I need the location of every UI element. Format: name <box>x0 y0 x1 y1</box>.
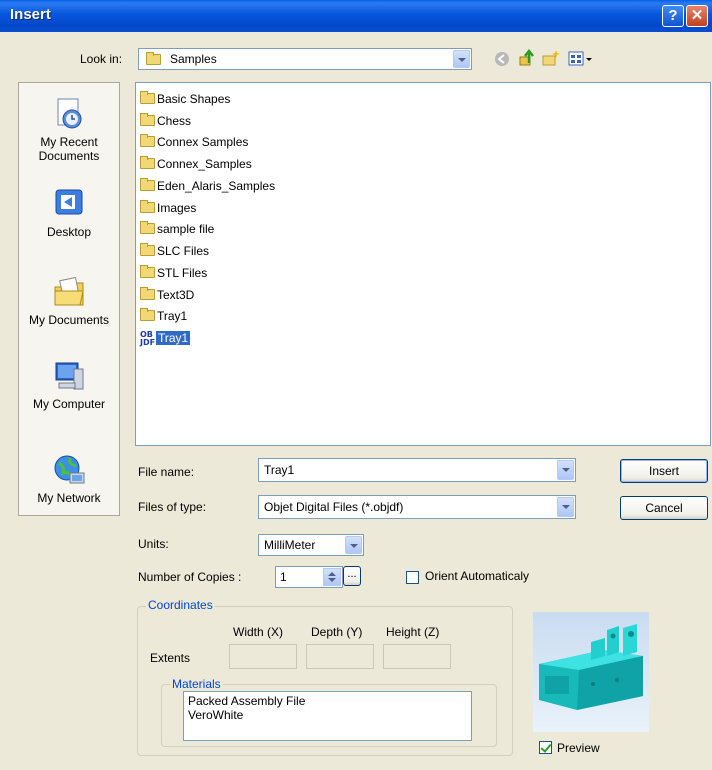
copies-stepper[interactable]: 1 <box>275 566 343 588</box>
chevron-down-icon[interactable] <box>557 497 574 517</box>
recent-documents-icon <box>52 97 86 131</box>
list-item[interactable]: Connex_Samples <box>140 154 252 174</box>
place-my-documents[interactable]: My Documents <box>19 275 119 327</box>
folder-icon <box>140 200 155 213</box>
folder-icon <box>140 91 155 104</box>
my-network-icon <box>52 453 86 487</box>
window-title: Insert <box>10 6 51 23</box>
list-item[interactable]: Tray1 <box>140 306 187 326</box>
filename-input[interactable]: Tray1 <box>264 463 294 477</box>
lookin-combo[interactable]: Samples <box>138 48 472 70</box>
folder-icon <box>146 52 161 65</box>
height-field <box>383 644 451 669</box>
cancel-button[interactable]: Cancel <box>620 496 708 520</box>
back-icon[interactable] <box>494 51 510 67</box>
desktop-icon <box>52 187 86 221</box>
units-label: Units: <box>138 537 169 551</box>
list-item[interactable]: Connex Samples <box>140 132 248 152</box>
folder-icon <box>140 178 155 191</box>
list-item: VeroWhite <box>188 708 244 722</box>
my-computer-icon <box>52 359 86 393</box>
place-my-computer[interactable]: My Computer <box>19 359 119 411</box>
folder-icon <box>140 156 155 169</box>
my-documents-icon <box>52 275 86 309</box>
view-menu-icon[interactable] <box>568 50 594 68</box>
place-label: Desktop <box>46 225 92 239</box>
filetype-value: Objet Digital Files (*.objdf) <box>264 500 404 514</box>
extents-label: Extents <box>150 651 191 665</box>
folder-icon <box>140 308 155 321</box>
depth-header: Depth (Y) <box>311 625 363 639</box>
materials-list[interactable]: Packed Assembly File VeroWhite <box>183 691 472 741</box>
list-item[interactable]: Text3D <box>140 285 194 305</box>
insert-button[interactable]: Insert <box>620 459 708 483</box>
list-item[interactable]: Basic Shapes <box>140 89 230 109</box>
place-recent-documents[interactable]: My Recent Documents <box>19 97 119 163</box>
up-folder-icon[interactable] <box>518 48 536 67</box>
place-label: My Documents <box>28 313 110 327</box>
list-item: Packed Assembly File <box>188 694 306 708</box>
places-bar: My Recent Documents Desktop My Documents… <box>18 82 120 516</box>
list-item[interactable]: SLC Files <box>140 241 209 261</box>
list-item[interactable]: Eden_Alaris_Samples <box>140 176 275 196</box>
folder-icon <box>140 134 155 147</box>
chevron-down-icon[interactable] <box>345 536 362 554</box>
tray-model-icon <box>539 624 643 710</box>
copies-value[interactable]: 1 <box>280 570 287 584</box>
spin-buttons-icon[interactable] <box>323 568 341 586</box>
height-header: Height (Z) <box>386 625 440 639</box>
width-field <box>229 644 297 669</box>
folder-icon <box>140 113 155 126</box>
filename-combo[interactable]: Tray1 <box>258 458 576 482</box>
place-label: My Computer <box>32 397 106 411</box>
place-label: My Network <box>37 491 101 505</box>
new-folder-icon[interactable] <box>542 49 560 67</box>
filetype-combo[interactable]: Objet Digital Files (*.objdf) <box>258 495 576 519</box>
place-desktop[interactable]: Desktop <box>19 187 119 239</box>
place-label: My Recent Documents <box>38 135 100 163</box>
close-button[interactable]: ✕ <box>686 5 708 27</box>
file-list[interactable]: Basic Shapes Chess Connex Samples Connex… <box>135 82 711 446</box>
list-item[interactable]: STL Files <box>140 263 207 283</box>
objdf-file-icon: OB JDF <box>140 329 156 347</box>
help-button[interactable]: ? <box>662 5 684 27</box>
filetype-label: Files of type: <box>138 500 207 514</box>
coordinates-legend: Coordinates <box>146 598 215 612</box>
orient-checkbox[interactable] <box>406 571 419 584</box>
preview-checkbox[interactable] <box>539 741 552 754</box>
filename-label: File name: <box>138 465 195 479</box>
materials-legend: Materials <box>170 677 223 691</box>
folder-icon <box>140 287 155 300</box>
copies-browse-button[interactable]: ... <box>343 566 361 586</box>
place-my-network[interactable]: My Network <box>19 453 119 505</box>
units-value: MilliMeter <box>264 538 316 552</box>
list-item-selected[interactable]: OB JDF Tray1 <box>140 328 191 348</box>
title-bar[interactable] <box>0 0 712 32</box>
width-header: Width (X) <box>233 625 284 639</box>
preview-image <box>533 612 649 732</box>
list-item[interactable]: Chess <box>140 111 191 131</box>
chevron-down-icon[interactable] <box>453 50 470 68</box>
preview-label: Preview <box>557 741 600 755</box>
chevron-down-icon[interactable] <box>557 460 574 480</box>
folder-icon <box>140 221 155 234</box>
copies-label: Number of Copies : <box>138 570 242 584</box>
list-item[interactable]: sample file <box>140 219 214 239</box>
units-select[interactable]: MilliMeter <box>258 534 364 556</box>
lookin-label: Look in: <box>80 52 123 66</box>
folder-icon <box>140 243 155 256</box>
lookin-value: Samples <box>170 52 217 66</box>
list-item[interactable]: Images <box>140 198 196 218</box>
orient-label: Orient Automaticaly <box>425 569 530 583</box>
folder-icon <box>140 265 155 278</box>
depth-field <box>306 644 374 669</box>
